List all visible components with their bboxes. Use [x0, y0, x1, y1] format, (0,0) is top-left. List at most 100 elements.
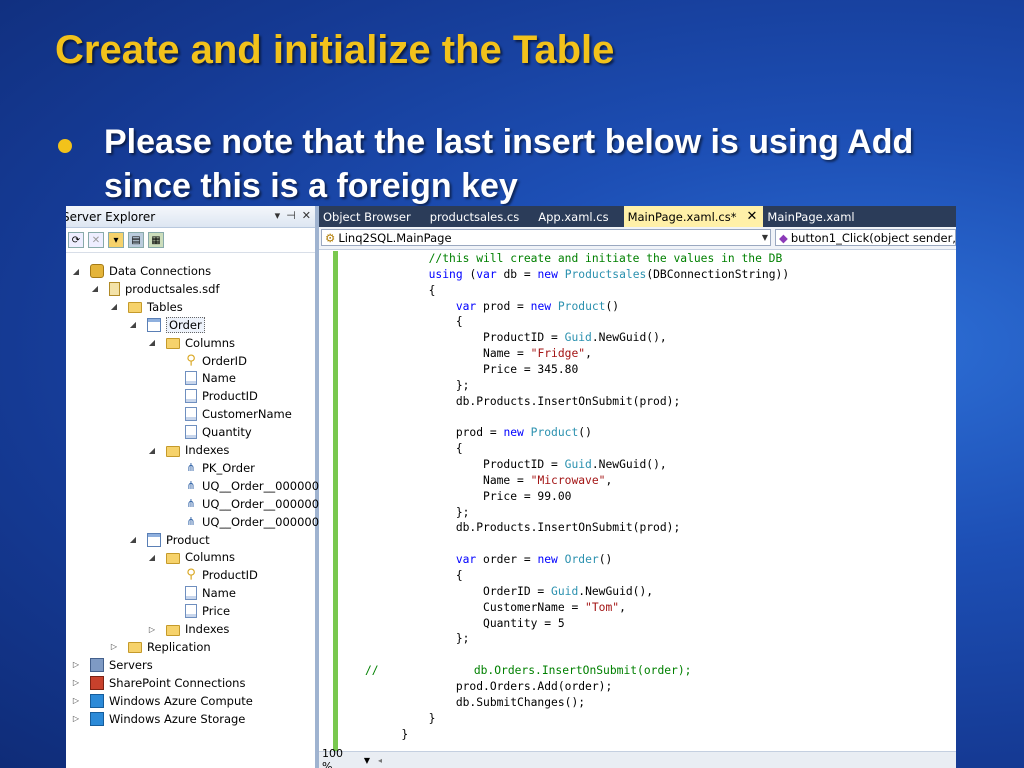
collapse-icon[interactable]: ◢: [89, 284, 101, 293]
tree-item[interactable]: ⋔ UQ__Order__000000: [165, 495, 319, 513]
tree-item[interactable]: ▷ Indexes: [146, 620, 229, 638]
expand-icon[interactable]: ▷: [70, 660, 82, 669]
slide-title: Create and initialize the Table: [55, 28, 615, 72]
code-line: //this will create and initiate the valu…: [347, 252, 783, 265]
filter-icon[interactable]: ▾: [108, 232, 124, 248]
tree-item[interactable]: ProductID: [165, 387, 258, 405]
tree-item[interactable]: ▷ Windows Azure Compute: [70, 692, 253, 710]
tree-item[interactable]: ◢ Order: [127, 316, 205, 334]
tree-item[interactable]: ◢ Tables: [108, 298, 183, 316]
collapse-icon[interactable]: ◢: [146, 446, 158, 455]
tree-item-label: UQ__Order__000000: [202, 514, 320, 529]
code-line: {: [347, 442, 463, 456]
collapse-icon[interactable]: ◢: [108, 302, 120, 311]
tree-item[interactable]: ⋔ PK_Order: [165, 459, 255, 477]
close-icon[interactable]: ✕: [302, 209, 311, 222]
document-tab[interactable]: Object Browser: [319, 206, 426, 227]
tree-item[interactable]: Name: [165, 369, 236, 387]
tree-item[interactable]: ▷ Servers: [70, 656, 153, 674]
tree-item[interactable]: ◢ Indexes: [146, 441, 229, 459]
tree-item[interactable]: ⋔ UQ__Order__000000: [165, 513, 319, 531]
code-line: var order = new Order(): [455, 553, 613, 567]
code-line: };: [347, 378, 470, 392]
collapse-icon[interactable]: ◢: [70, 267, 82, 276]
bullet-text: Please note that the last insert below i…: [104, 123, 914, 205]
chevron-down-icon: ▼: [761, 233, 768, 242]
zoom-value: 100 %: [322, 747, 343, 768]
connect-database-icon[interactable]: ▤: [128, 232, 144, 248]
column-icon: [185, 586, 197, 601]
index-icon: ⋔: [186, 460, 196, 474]
tree-item[interactable]: Quantity: [165, 423, 252, 441]
code-line: db.Products.InsertOnSubmit(prod);: [347, 521, 681, 535]
tab-label: App.xaml.cs: [538, 209, 609, 224]
tree-item[interactable]: CustomerName: [165, 405, 292, 423]
expand-icon[interactable]: ▷: [70, 678, 82, 687]
tree-item-label: Order: [166, 316, 205, 333]
document-tab[interactable]: App.xaml.cs: [534, 206, 623, 227]
dropdown-icon[interactable]: ▾: [275, 209, 281, 222]
tree-item[interactable]: ◢ Product: [127, 531, 210, 549]
editor-statusbar: 100 % ▼ ◂: [319, 747, 956, 768]
tree-item[interactable]: ⚲ ProductID: [165, 566, 258, 584]
tree-item[interactable]: ▷ Windows Azure Storage: [70, 710, 245, 728]
document-tab[interactable]: MainPage.xaml: [763, 206, 869, 227]
server-explorer-titlebar: Server Explorer ▾ ⊣ ✕: [66, 206, 315, 228]
server-explorer-toolbar: ⟳ ✕ ▾ ▤ ▦: [66, 228, 315, 253]
pin-icon[interactable]: ⊣: [286, 209, 296, 222]
code-line: OrderID = Guid.NewGuid(),: [347, 584, 654, 598]
code-line: }: [347, 727, 409, 741]
document-tab[interactable]: productsales.cs: [426, 206, 535, 227]
index-icon: ⋔: [186, 514, 196, 528]
close-tab-icon[interactable]: ✕: [747, 209, 758, 224]
tree-item[interactable]: ▷ SharePoint Connections: [70, 674, 245, 692]
collapse-icon[interactable]: ◢: [127, 320, 139, 329]
tab-label: Object Browser: [323, 209, 411, 224]
expand-icon[interactable]: ▷: [108, 642, 120, 651]
stop-icon[interactable]: ✕: [88, 232, 104, 248]
code-line: CustomerName = "Tom",: [347, 600, 626, 614]
tree-item-label: OrderID: [202, 353, 247, 368]
tree-item[interactable]: Price: [165, 602, 230, 620]
class-dropdown[interactable]: ⚙ Linq2SQL.MainPage ▼: [321, 229, 771, 246]
tree-item-label: Indexes: [185, 622, 230, 636]
scroll-left-icon[interactable]: ◂: [378, 756, 382, 765]
code-line: ProductID = Guid.NewGuid(),: [347, 458, 667, 472]
column-icon: [185, 389, 197, 404]
expand-icon[interactable]: ▷: [70, 714, 82, 723]
tree-item[interactable]: ⚲ OrderID: [165, 352, 247, 370]
collapse-icon[interactable]: ◢: [146, 338, 158, 347]
tree-item[interactable]: ◢ Data Connections: [70, 262, 211, 280]
tree-item[interactable]: ◢ Columns: [146, 548, 235, 566]
tree-item-label: Replication: [147, 639, 211, 654]
tree-item[interactable]: ◢ Columns: [146, 334, 235, 352]
bullet-icon: [58, 139, 72, 153]
code-line: prod = new Product(): [347, 426, 592, 440]
expand-icon[interactable]: ▷: [146, 625, 158, 634]
collapse-icon[interactable]: ◢: [146, 553, 158, 562]
code-line: prod.Orders.Add(order);: [347, 679, 613, 693]
index-icon: ⋔: [186, 496, 196, 510]
tree-item[interactable]: Name: [165, 584, 236, 602]
code-line: {: [347, 569, 463, 582]
column-icon: [185, 407, 197, 422]
code-line: Price = 345.80: [347, 362, 579, 376]
code-area[interactable]: //this will create and initiate the valu…: [319, 251, 956, 752]
tree-item-label: Windows Azure Storage: [109, 711, 246, 726]
tree-item[interactable]: ◢ productsales.sdf: [89, 280, 220, 298]
tree-item[interactable]: ⋔ UQ__Order__000000: [165, 477, 319, 495]
code-line: Quantity = 5: [347, 616, 565, 630]
expand-icon[interactable]: ▷: [70, 696, 82, 705]
method-dropdown[interactable]: ◆ button1_Click(object sender, R: [775, 229, 956, 246]
connect-server-icon[interactable]: ▦: [148, 232, 164, 248]
refresh-icon[interactable]: ⟳: [68, 232, 84, 248]
tree-item[interactable]: ▷ Replication: [108, 638, 211, 656]
navigation-bar: ⚙ Linq2SQL.MainPage ▼ ◆ button1_Click(ob…: [319, 227, 956, 250]
code-line: ProductID = Guid.NewGuid(),: [347, 331, 667, 345]
zoom-control[interactable]: 100 % ▼ ◂: [319, 747, 382, 768]
primary-key-icon: ⚲: [186, 567, 196, 583]
collapse-icon[interactable]: ◢: [127, 535, 139, 544]
document-tab[interactable]: MainPage.xaml.cs* ✕: [623, 206, 764, 227]
code-line: Name = "Fridge",: [347, 347, 592, 361]
chevron-down-icon: ▼: [363, 755, 370, 765]
